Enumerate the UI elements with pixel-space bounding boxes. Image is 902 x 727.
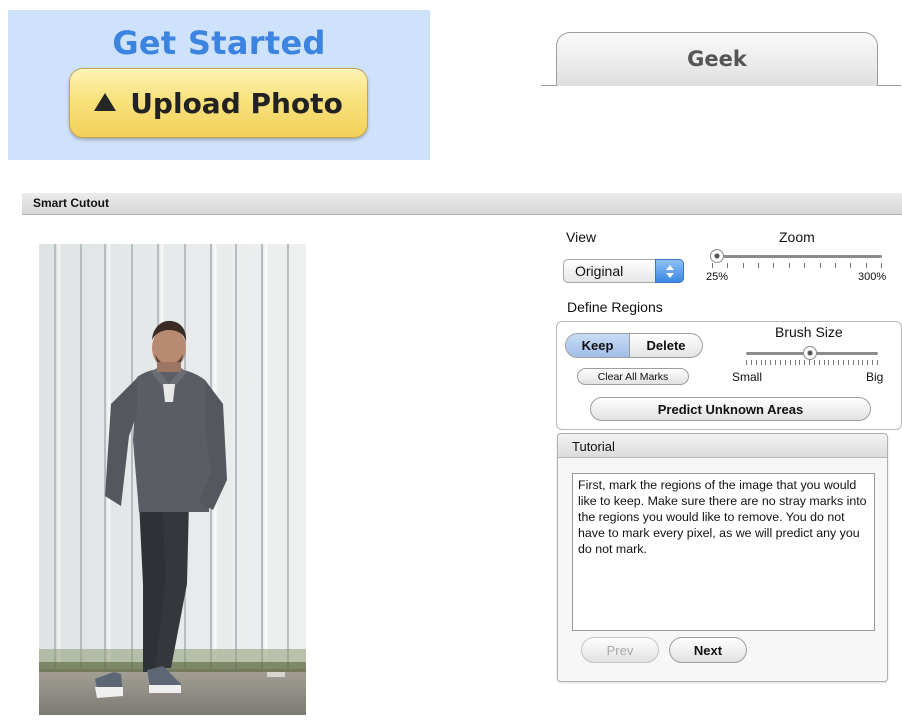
- get-started-title: Get Started: [112, 24, 326, 62]
- upload-photo-button[interactable]: Upload Photo: [69, 68, 368, 138]
- zoom-label: Zoom: [779, 229, 815, 245]
- tutorial-panel: Tutorial First, mark the regions of the …: [557, 433, 888, 682]
- select-stepper-icon: [655, 259, 684, 283]
- window-title-bar: Smart Cutout: [22, 193, 902, 215]
- upload-triangle-icon: [94, 93, 117, 111]
- tab-geek[interactable]: Geek: [556, 32, 878, 86]
- brush-size-slider-thumb[interactable]: [803, 346, 817, 360]
- zoom-ticks: [712, 263, 882, 269]
- delete-button[interactable]: Delete: [630, 334, 702, 357]
- prev-button[interactable]: Prev: [581, 637, 659, 663]
- view-select[interactable]: Original: [563, 259, 684, 283]
- brush-size-label: Brush Size: [775, 324, 843, 340]
- brush-small-label: Small: [732, 370, 763, 384]
- zoom-min-label: 25%: [706, 271, 729, 283]
- person-photo: [39, 244, 306, 715]
- brush-big-label: Big: [866, 370, 884, 384]
- tutorial-text: First, mark the regions of the image tha…: [572, 473, 875, 631]
- keep-button[interactable]: Keep: [566, 334, 630, 357]
- zoom-slider-track[interactable]: [712, 255, 882, 258]
- predict-unknown-areas-button[interactable]: Predict Unknown Areas: [590, 397, 871, 421]
- brush-ticks: [746, 360, 878, 366]
- keep-delete-toggle[interactable]: Keep Delete: [565, 333, 703, 358]
- get-started-panel: Get Started Upload Photo: [8, 10, 430, 160]
- zoom-slider-thumb[interactable]: [710, 249, 724, 263]
- view-select-value: Original: [575, 263, 624, 279]
- tab-geek-label: Geek: [687, 47, 747, 71]
- next-button[interactable]: Next: [669, 637, 747, 663]
- tutorial-header: Tutorial: [558, 434, 887, 458]
- photo-canvas[interactable]: [39, 244, 306, 715]
- window-title: Smart Cutout: [33, 196, 109, 210]
- tutorial-title: Tutorial: [572, 439, 615, 454]
- upload-photo-label: Upload Photo: [130, 86, 343, 120]
- zoom-max-label: 300%: [858, 271, 887, 283]
- clear-all-marks-button[interactable]: Clear All Marks: [577, 368, 689, 385]
- define-regions-label: Define Regions: [567, 299, 663, 315]
- view-label: View: [566, 229, 597, 245]
